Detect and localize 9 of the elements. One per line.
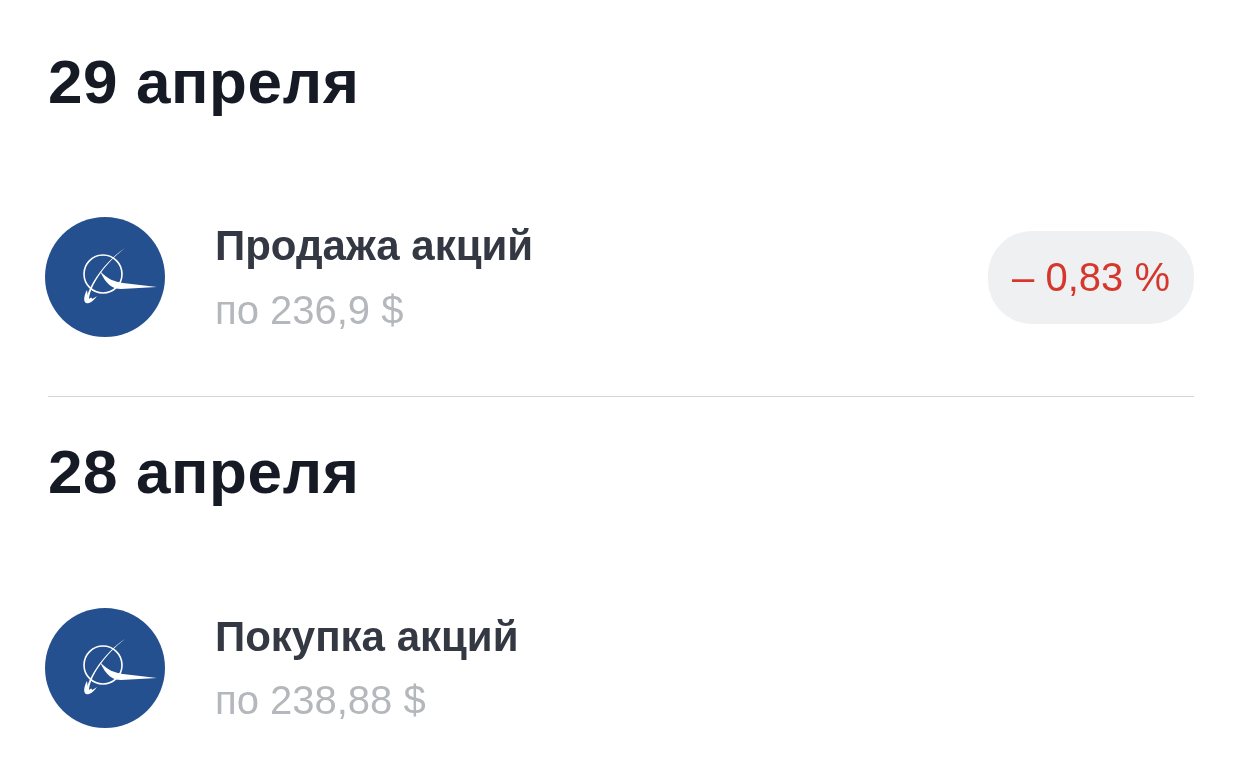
- operation-price: по 236,9 $: [215, 286, 404, 334]
- date-heading: 28 апреля: [48, 436, 361, 509]
- operation-price: по 238,88 $: [215, 676, 426, 724]
- operation-title: Покупка акций: [215, 611, 519, 662]
- logo-icon: [45, 217, 165, 338]
- change-badge: – 0,83 %: [988, 230, 1194, 324]
- operation-title: Продажа акций: [215, 221, 534, 272]
- date-heading: 29 апреля: [48, 46, 361, 118]
- logo-icon: [45, 607, 165, 728]
